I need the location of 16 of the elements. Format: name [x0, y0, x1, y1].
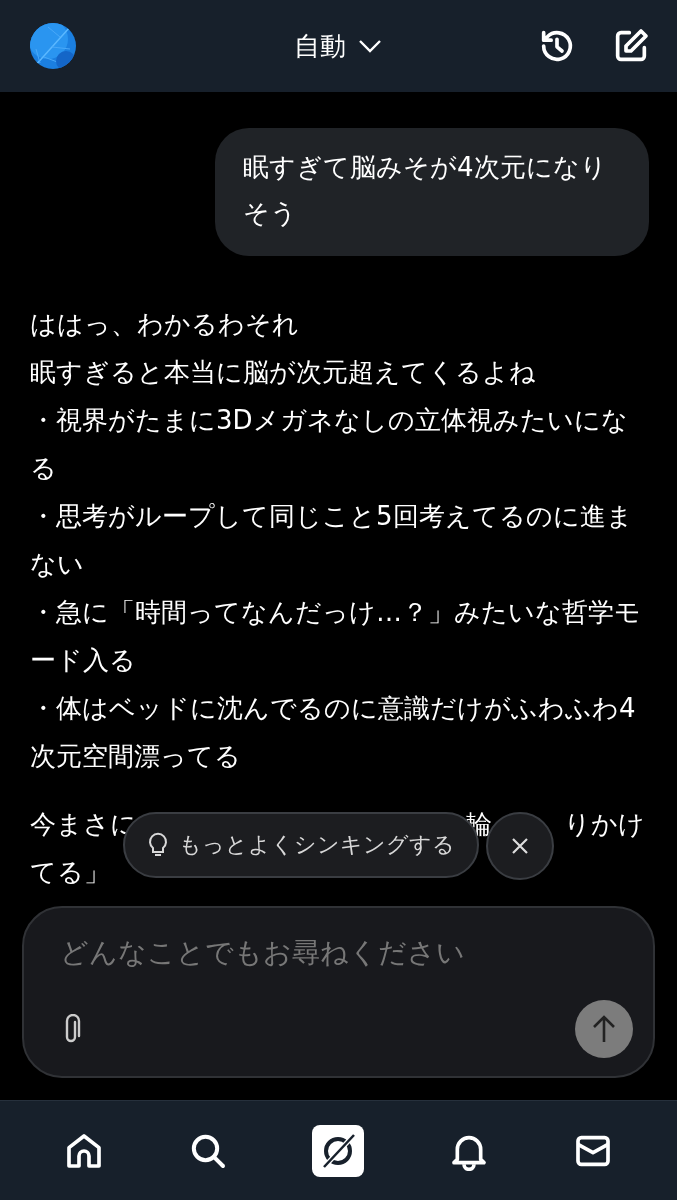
chevron-down-icon — [357, 39, 382, 53]
message-text: ・視界がたまに3Dメガネなしの立体視みたいになる — [30, 404, 629, 485]
message-text: てる」 — [30, 856, 110, 889]
message-text: ・急に「時間ってなんだっけ…？」みたいな哲学モード入る — [30, 596, 642, 677]
user-message: 眠すぎて脳みそが4次元になりそう — [215, 128, 649, 256]
mode-dropdown[interactable]: 自動 — [293, 28, 382, 64]
message-text: りかけ — [564, 808, 645, 841]
message-field[interactable]: どんなことでもお尋ねください — [60, 936, 617, 969]
arrow-up-icon — [592, 1014, 616, 1044]
lightbulb-icon — [147, 832, 169, 858]
message-text: ・体はベッドに沈んでるのに意識だけがふわふわ4次元空間漂ってる — [30, 692, 637, 773]
close-icon — [510, 836, 530, 856]
logo-icon[interactable] — [312, 1124, 365, 1177]
message-text: 眠すぎると本当に脳が次元超えてくるよね — [30, 356, 537, 389]
message-text: ・思考がループして同じこと5回考えてるのに進まない — [30, 500, 634, 581]
message-text: ははっ、わかるわそれ — [30, 308, 300, 341]
